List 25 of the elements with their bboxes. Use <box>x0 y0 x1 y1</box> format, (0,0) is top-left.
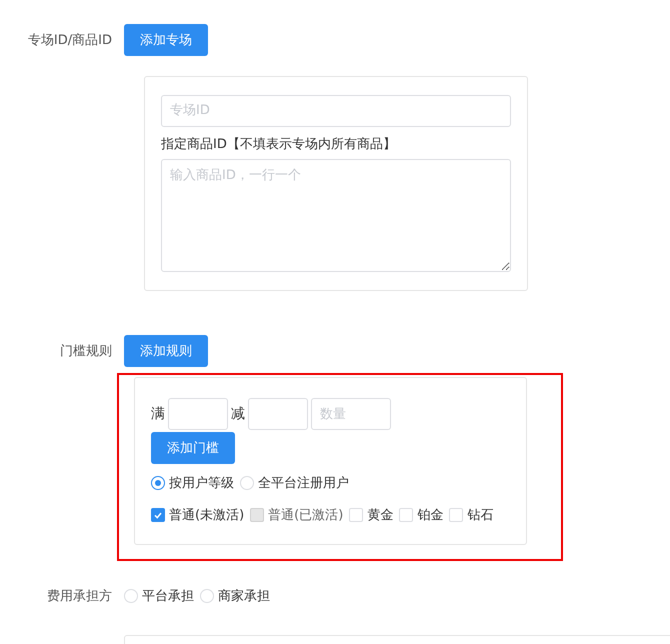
field-label: 费用承担方 <box>46 588 112 605</box>
input-field[interactable] <box>248 398 308 430</box>
option-label: 普通(未激活) <box>169 506 244 524</box>
input-field[interactable]: 数量 <box>311 398 391 430</box>
field-label: 专场ID/商品ID <box>26 32 112 49</box>
add-rule-button[interactable]: 添加规则 <box>124 335 208 367</box>
option-label: 全平台注册用户 <box>258 475 349 492</box>
option-label: 商家承担 <box>218 588 270 605</box>
field-label: 减 <box>231 405 245 423</box>
option-label: 铂金 <box>417 507 444 524</box>
option-label: 钻石 <box>467 507 494 524</box>
radio-button[interactable] <box>151 476 165 490</box>
add-threshold-button[interactable]: 添加门槛 <box>151 432 235 464</box>
option-label: 普通(已激活) <box>268 506 344 524</box>
option-label: 黄金 <box>367 507 394 524</box>
field-label: 指定商品ID【不填表示专场内所有商品】 <box>161 136 397 153</box>
option-label: 按用户等级 <box>169 475 234 492</box>
field-label: 满 <box>151 405 165 423</box>
add-special-button[interactable]: 添加专场 <box>124 24 208 56</box>
input-field[interactable] <box>168 398 228 430</box>
field-label: 门槛规则 <box>59 343 112 360</box>
answer-box[interactable]: 输入商品ID，一行一个 <box>161 158 511 272</box>
checkbox[interactable] <box>151 508 165 522</box>
option-label: 平台承担 <box>142 588 194 605</box>
input-field[interactable]: 专场ID <box>161 95 511 127</box>
